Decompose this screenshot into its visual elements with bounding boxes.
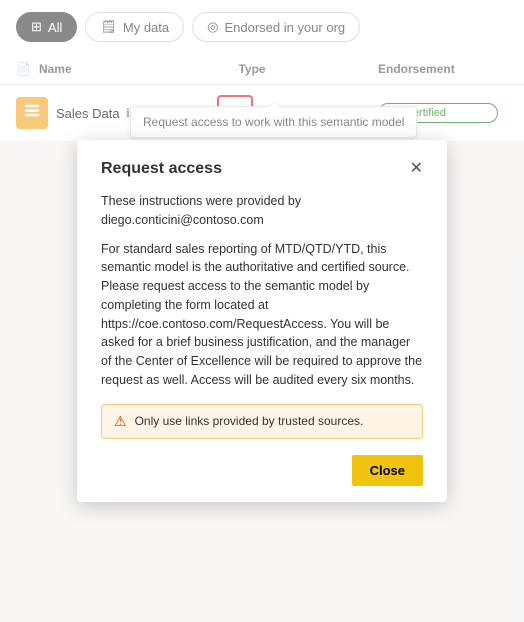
- close-modal-button[interactable]: Close: [352, 455, 423, 486]
- modal-overlay: Request access ✕ These instructions were…: [0, 0, 524, 622]
- warning-box: ⚠ Only use links provided by trusted sou…: [101, 404, 423, 439]
- modal-instructions-text: For standard sales reporting of MTD/QTD/…: [101, 240, 423, 390]
- modal-header: Request access ✕: [101, 160, 423, 178]
- warning-icon: ⚠: [114, 413, 127, 430]
- modal-close-button[interactable]: ✕: [410, 161, 423, 177]
- modal-body: These instructions were provided by dieg…: [101, 192, 423, 390]
- request-access-modal: Request access ✕ These instructions were…: [77, 140, 447, 502]
- modal-title: Request access: [101, 160, 222, 178]
- warning-text: Only use links provided by trusted sourc…: [135, 414, 364, 428]
- modal-footer: Close: [101, 455, 423, 486]
- modal-instructions-email: These instructions were provided by dieg…: [101, 192, 423, 230]
